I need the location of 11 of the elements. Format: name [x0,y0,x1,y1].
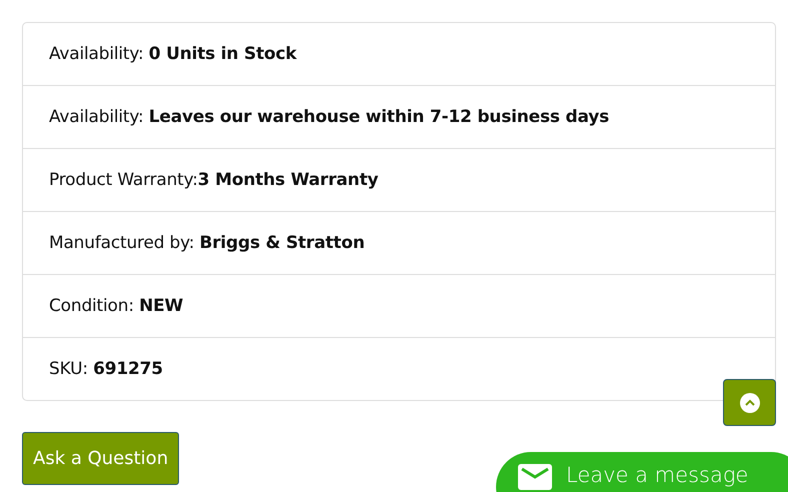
detail-text: Availability: Leaves our warehouse within 7-12 business days [49,107,610,127]
leave-message-button[interactable]: Leave a message [496,452,788,492]
detail-text: Condition: NEW [49,296,184,316]
chevron-up-icon [738,392,760,414]
detail-text: SKU: 691275 [49,359,163,379]
scroll-top-button[interactable] [723,379,776,426]
detail-text: Availability: 0 Units in Stock [49,44,296,64]
envelope-icon [518,464,552,490]
detail-text: Product Warranty:3 Months Warranty [49,170,378,190]
detail-text: Manufactured by: Briggs & Stratton [49,233,365,253]
ask-question-button[interactable]: Ask a Question [22,432,180,485]
